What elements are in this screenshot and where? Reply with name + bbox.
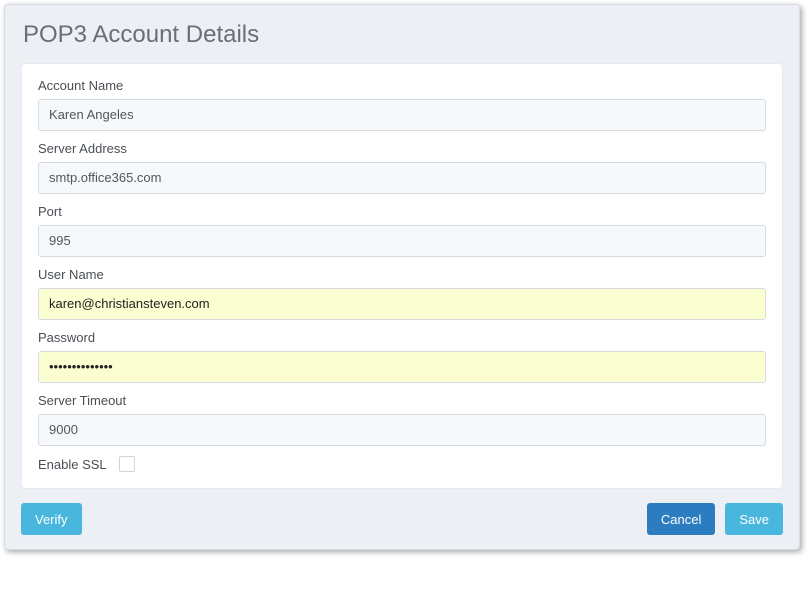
field-password: Password bbox=[38, 330, 766, 383]
server-timeout-input[interactable] bbox=[38, 414, 766, 446]
field-enable-ssl: Enable SSL bbox=[38, 456, 766, 472]
account-name-label: Account Name bbox=[38, 78, 766, 93]
user-name-label: User Name bbox=[38, 267, 766, 282]
port-input[interactable] bbox=[38, 225, 766, 257]
form-card: Account Name Server Address Port User Na… bbox=[21, 63, 783, 489]
save-button[interactable]: Save bbox=[725, 503, 783, 535]
enable-ssl-label: Enable SSL bbox=[38, 457, 107, 472]
server-address-input[interactable] bbox=[38, 162, 766, 194]
field-server-timeout: Server Timeout bbox=[38, 393, 766, 446]
field-user-name: User Name bbox=[38, 267, 766, 320]
server-address-label: Server Address bbox=[38, 141, 766, 156]
server-timeout-label: Server Timeout bbox=[38, 393, 766, 408]
password-label: Password bbox=[38, 330, 766, 345]
field-server-address: Server Address bbox=[38, 141, 766, 194]
field-port: Port bbox=[38, 204, 766, 257]
account-name-input[interactable] bbox=[38, 99, 766, 131]
port-label: Port bbox=[38, 204, 766, 219]
verify-button[interactable]: Verify bbox=[21, 503, 82, 535]
dialog-footer: Verify Cancel Save bbox=[21, 503, 783, 535]
enable-ssl-checkbox[interactable] bbox=[119, 456, 135, 472]
field-account-name: Account Name bbox=[38, 78, 766, 131]
password-input[interactable] bbox=[38, 351, 766, 383]
cancel-button[interactable]: Cancel bbox=[647, 503, 715, 535]
user-name-input[interactable] bbox=[38, 288, 766, 320]
dialog-title: POP3 Account Details bbox=[23, 21, 783, 49]
pop3-account-details-dialog: POP3 Account Details Account Name Server… bbox=[4, 4, 800, 550]
